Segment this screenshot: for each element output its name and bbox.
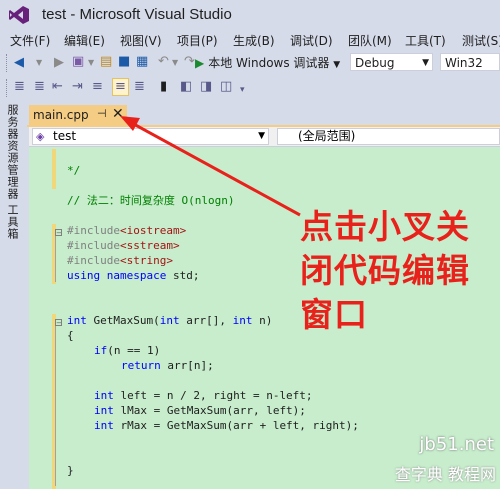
forward-icon[interactable]: ▶ — [54, 55, 64, 71]
menu-team[interactable]: 团队(M) — [348, 32, 392, 49]
code-line: */ — [67, 164, 81, 177]
comment-icon[interactable]: ≡ — [92, 79, 103, 95]
code-line: #include<sstream> — [67, 239, 180, 252]
menu-build[interactable]: 生成(B) — [233, 32, 275, 49]
next-bookmark-icon[interactable]: ◨ — [200, 79, 212, 95]
change-indicator — [52, 149, 56, 189]
menu-edit[interactable]: 编辑(E) — [64, 32, 105, 49]
back-icon[interactable]: ◀ — [14, 55, 24, 71]
menu-project[interactable]: 项目(P) — [177, 32, 218, 49]
visual-studio-logo-icon — [9, 6, 29, 24]
text-editor-toolbar: ≣ ≣ ⇤ ⇥ ≡ ≡ ≣ ▮ ◧ ◨ ◫ ▾ — [0, 76, 500, 100]
code-line: int lMax = GetMaxSum(arr, left); — [94, 404, 306, 417]
window-title: test - Microsoft Visual Studio — [42, 6, 232, 23]
outline-line — [55, 326, 56, 486]
config-value: Debug — [355, 56, 395, 70]
clear-bookmarks-icon[interactable]: ◫ — [220, 79, 232, 95]
uncomment-icon[interactable]: ≡ — [112, 78, 129, 96]
undo-dropdown-icon[interactable]: ▼ — [172, 55, 178, 71]
code-line: int rMax = GetMaxSum(arr + left, right); — [94, 419, 359, 432]
chevron-down-icon: ▼ — [422, 58, 429, 68]
code-line: #include<string> — [67, 254, 173, 267]
quick-info-icon[interactable]: ≣ — [14, 79, 25, 95]
project-select[interactable]: ◈ test ▼ — [32, 128, 269, 145]
save-icon[interactable]: ■ — [118, 54, 130, 70]
platform-value: Win32 — [445, 56, 483, 70]
project-value: test — [53, 129, 77, 143]
tab-label: main.cpp — [33, 108, 89, 122]
code-line: #include<iostream> — [67, 224, 187, 237]
toolbox-tab[interactable]: 工具箱 — [6, 204, 20, 240]
code-line: int GetMaxSum(int arr[], int n) — [67, 314, 273, 327]
word-wrap-icon[interactable]: ≣ — [134, 79, 145, 95]
play-icon: ▶ — [195, 56, 205, 70]
run-label: 本地 Windows 调试器 — [208, 56, 330, 70]
open-file-icon[interactable]: ▤ — [100, 54, 112, 70]
code-line: { — [67, 329, 74, 342]
menu-bar: 文件(F) 编辑(E) 视图(V) 项目(P) 生成(B) 调试(D) 团队(M… — [0, 30, 500, 50]
close-icon[interactable]: ✕ — [112, 106, 124, 122]
navigation-bar: ◈ test ▼ (全局范围) — [29, 127, 500, 147]
menu-tools[interactable]: 工具(T) — [405, 32, 446, 49]
toolbar-options-icon[interactable]: ▾ — [240, 82, 245, 98]
toolbar-grip[interactable] — [6, 54, 10, 72]
project-icon: ◈ — [36, 130, 45, 143]
bookmark-icon[interactable]: ▮ — [160, 79, 167, 95]
title-bar: test - Microsoft Visual Studio — [0, 0, 500, 30]
server-explorer-tab[interactable]: 服务器资源管理器 — [6, 104, 20, 200]
tab-main-cpp[interactable]: main.cpp ⊣ ✕ — [29, 105, 127, 127]
code-line: int left = n / 2, right = n-left; — [94, 389, 313, 402]
solution-platform-select[interactable]: Win32 — [440, 53, 500, 71]
run-dropdown-icon: ▼ — [333, 60, 341, 70]
scope-select[interactable]: (全局范围) — [277, 128, 500, 145]
code-line: if(n == 1) — [94, 344, 161, 357]
annotation-text: 点击小叉关 闭代码编辑 窗口 — [300, 205, 470, 337]
code-line: // 法二：时间复杂度 O(nlogn) — [67, 194, 235, 207]
watermark-top: jb51.net — [419, 434, 494, 455]
new-project-icon[interactable]: ▣ — [72, 54, 84, 70]
increase-indent-icon[interactable]: ⇥ — [72, 79, 83, 95]
annotation-line: 窗口 — [300, 295, 368, 334]
code-line: } — [67, 464, 74, 477]
save-all-icon[interactable]: ▦ — [136, 54, 148, 70]
menu-debug[interactable]: 调试(D) — [290, 32, 333, 49]
annotation-line: 点击小叉关 — [300, 207, 470, 246]
menu-file[interactable]: 文件(F) — [10, 32, 50, 49]
parameter-info-icon[interactable]: ≣ — [34, 79, 45, 95]
code-line: return arr[n]; — [121, 359, 214, 372]
code-line: using namespace std; — [67, 269, 200, 282]
start-debugging-button[interactable]: ▶ 本地 Windows 调试器 ▼ — [195, 54, 340, 72]
scope-value: (全局范围) — [298, 129, 356, 143]
back-dropdown-icon[interactable]: ▼ — [36, 55, 42, 71]
solution-config-select[interactable]: Debug ▼ — [350, 53, 433, 71]
collapse-icon[interactable]: − — [55, 319, 62, 327]
outline-line — [55, 236, 56, 282]
annotation-line: 闭代码编辑 — [300, 251, 470, 290]
menu-view[interactable]: 视图(V) — [120, 32, 162, 49]
prev-bookmark-icon[interactable]: ◧ — [180, 79, 192, 95]
collapse-icon[interactable]: − — [55, 229, 62, 237]
pin-icon[interactable]: ⊣ — [97, 107, 107, 120]
watermark: jb51.net 查字典 教程网 — [394, 434, 496, 485]
decrease-indent-icon[interactable]: ⇤ — [52, 79, 63, 95]
redo-icon[interactable]: ↷ — [184, 54, 195, 70]
menu-test[interactable]: 测试(S) — [462, 32, 500, 49]
side-tab-strip: 服务器资源管理器 工具箱 — [0, 100, 27, 489]
watermark-bottom: 查字典 教程网 — [394, 465, 496, 484]
undo-icon[interactable]: ↶ — [158, 54, 169, 70]
chevron-down-icon: ▼ — [258, 131, 265, 141]
toolbar-grip[interactable] — [6, 79, 10, 97]
new-dropdown-icon[interactable]: ▼ — [88, 55, 94, 71]
